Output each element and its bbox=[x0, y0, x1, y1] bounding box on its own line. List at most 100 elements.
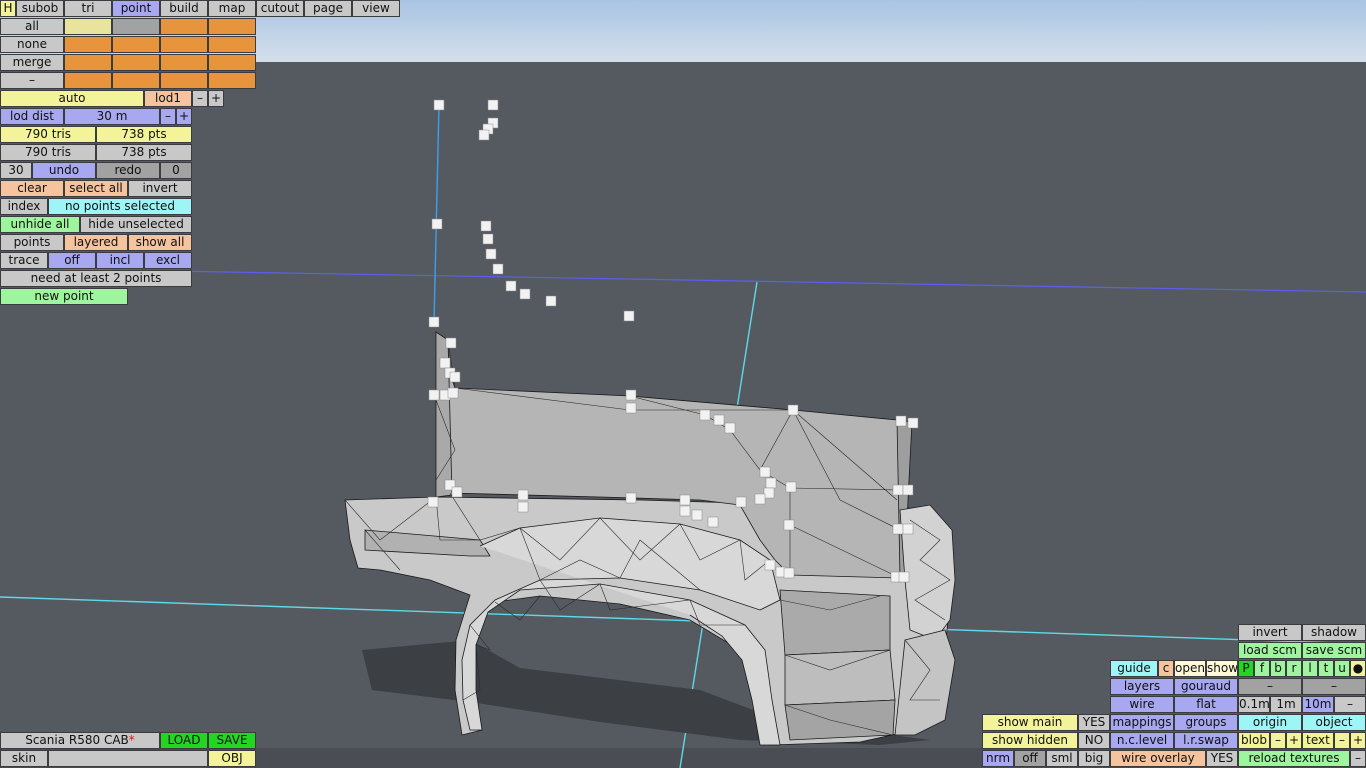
option-dash-2[interactable]: – bbox=[1302, 678, 1366, 695]
c-button[interactable]: c bbox=[1158, 660, 1174, 677]
view-f-button[interactable]: f bbox=[1254, 660, 1270, 677]
view-dot-button[interactable]: ● bbox=[1350, 660, 1366, 677]
text-size-button[interactable]: text bbox=[1302, 732, 1334, 749]
trace-off-button[interactable]: off bbox=[48, 252, 96, 269]
skin-field[interactable] bbox=[48, 750, 208, 767]
mappings-button[interactable]: mappings bbox=[1110, 714, 1174, 731]
clear-button[interactable]: clear bbox=[0, 180, 64, 197]
show-all-button[interactable]: show all bbox=[128, 234, 192, 251]
reload-textures-button[interactable]: reload textures bbox=[1238, 750, 1350, 767]
selection-slot-1[interactable] bbox=[64, 18, 112, 35]
snap-1m-button[interactable]: 1m bbox=[1270, 696, 1302, 713]
load-button[interactable]: LOAD bbox=[160, 732, 208, 749]
selection-slot-7[interactable] bbox=[160, 36, 208, 53]
show-main-toggle[interactable]: show main bbox=[982, 714, 1078, 731]
save-scm-button[interactable]: save scm bbox=[1302, 642, 1366, 659]
selection-slot-11[interactable] bbox=[160, 54, 208, 71]
invert-view-button[interactable]: invert bbox=[1238, 624, 1302, 641]
selection-slot-6[interactable] bbox=[112, 36, 160, 53]
selection-slot-8[interactable] bbox=[208, 36, 256, 53]
lod-plus-button[interactable]: + bbox=[208, 90, 224, 107]
groups-button[interactable]: groups bbox=[1174, 714, 1238, 731]
blob-minus-button[interactable]: – bbox=[1270, 732, 1286, 749]
lr-swap-button[interactable]: l.r.swap bbox=[1174, 732, 1238, 749]
sml-button[interactable]: sml bbox=[1046, 750, 1078, 767]
hide-unselected-button[interactable]: hide unselected bbox=[80, 216, 192, 233]
selection-slot-2[interactable] bbox=[112, 18, 160, 35]
wire-button[interactable]: wire bbox=[1110, 696, 1174, 713]
lod-minus-button[interactable]: – bbox=[192, 90, 208, 107]
trace-excl-button[interactable]: excl bbox=[144, 252, 192, 269]
save-button[interactable]: SAVE bbox=[208, 732, 256, 749]
unhide-all-button[interactable]: unhide all bbox=[0, 216, 80, 233]
gouraud-button[interactable]: gouraud bbox=[1174, 678, 1238, 695]
wire-overlay-toggle[interactable]: wire overlay bbox=[1110, 750, 1206, 767]
lod-dist-plus-button[interactable]: + bbox=[176, 108, 192, 125]
view-t-button[interactable]: t bbox=[1318, 660, 1334, 677]
shadow-button[interactable]: shadow bbox=[1302, 624, 1366, 641]
origin-button[interactable]: origin bbox=[1238, 714, 1302, 731]
tab-build[interactable]: build bbox=[160, 0, 208, 17]
selection-slot-13[interactable] bbox=[64, 72, 112, 89]
skin-button[interactable]: skin bbox=[0, 750, 48, 767]
selection-slot-14[interactable] bbox=[112, 72, 160, 89]
tab-subob[interactable]: subob bbox=[16, 0, 64, 17]
lod-dist-minus-button[interactable]: – bbox=[160, 108, 176, 125]
view-b-button[interactable]: b bbox=[1270, 660, 1286, 677]
tab-tri[interactable]: tri bbox=[64, 0, 112, 17]
select-all-button[interactable]: all bbox=[0, 18, 64, 35]
blob-plus-button[interactable]: + bbox=[1286, 732, 1302, 749]
view-u-button[interactable]: u bbox=[1334, 660, 1350, 677]
snap-0-1m-button[interactable]: 0.1m bbox=[1238, 696, 1270, 713]
nc-level-button[interactable]: n.c.level bbox=[1110, 732, 1174, 749]
trace-incl-button[interactable]: incl bbox=[96, 252, 144, 269]
snap-10m-button[interactable]: 10m bbox=[1302, 696, 1334, 713]
big-button[interactable]: big bbox=[1078, 750, 1110, 767]
help-button[interactable]: H bbox=[0, 0, 16, 17]
selection-slot-4[interactable] bbox=[208, 18, 256, 35]
undo-button[interactable]: undo bbox=[32, 162, 96, 179]
select-all-points-button[interactable]: select all bbox=[64, 180, 128, 197]
flat-button[interactable]: flat bbox=[1174, 696, 1238, 713]
tab-point[interactable]: point bbox=[112, 0, 160, 17]
redo-button[interactable]: redo bbox=[96, 162, 160, 179]
blob-button[interactable]: blob bbox=[1238, 732, 1270, 749]
obj-button[interactable]: OBJ bbox=[208, 750, 256, 767]
tab-view[interactable]: view bbox=[352, 0, 400, 17]
show-button[interactable]: show bbox=[1206, 660, 1238, 677]
selection-slot-15[interactable] bbox=[160, 72, 208, 89]
3d-viewport[interactable] bbox=[0, 0, 1366, 768]
guide-button[interactable]: guide bbox=[1110, 660, 1158, 677]
view-l-button[interactable]: l bbox=[1302, 660, 1318, 677]
selection-slot-16[interactable] bbox=[208, 72, 256, 89]
lod-level-button[interactable]: lod1 bbox=[144, 90, 192, 107]
selection-slot-5[interactable] bbox=[64, 36, 112, 53]
tab-cutout[interactable]: cutout bbox=[256, 0, 304, 17]
invert-selection-button[interactable]: invert bbox=[128, 180, 192, 197]
snap-minus-button[interactable]: – bbox=[1334, 696, 1366, 713]
load-scm-button[interactable]: load scm bbox=[1238, 642, 1302, 659]
view-p-button[interactable]: P bbox=[1238, 660, 1254, 677]
index-button[interactable]: index bbox=[0, 198, 48, 215]
selection-slot-3[interactable] bbox=[160, 18, 208, 35]
model-name[interactable]: Scania R580 CAB* bbox=[0, 732, 160, 749]
tab-map[interactable]: map bbox=[208, 0, 256, 17]
remove-selection-button[interactable]: – bbox=[0, 72, 64, 89]
nrm-button[interactable]: nrm bbox=[982, 750, 1014, 767]
selection-slot-9[interactable] bbox=[64, 54, 112, 71]
option-dash-1[interactable]: – bbox=[1238, 678, 1302, 695]
selection-slot-12[interactable] bbox=[208, 54, 256, 71]
layers-button[interactable]: layers bbox=[1110, 678, 1174, 695]
select-none-button[interactable]: none bbox=[0, 36, 64, 53]
view-r-button[interactable]: r bbox=[1286, 660, 1302, 677]
object-button[interactable]: object bbox=[1302, 714, 1366, 731]
merge-button[interactable]: merge bbox=[0, 54, 64, 71]
selection-slot-10[interactable] bbox=[112, 54, 160, 71]
text-plus-button[interactable]: + bbox=[1350, 732, 1366, 749]
show-hidden-toggle[interactable]: show hidden bbox=[982, 732, 1078, 749]
text-minus-button[interactable]: – bbox=[1334, 732, 1350, 749]
layered-toggle[interactable]: layered bbox=[64, 234, 128, 251]
points-mode-button[interactable]: points bbox=[0, 234, 64, 251]
off-button[interactable]: off bbox=[1014, 750, 1046, 767]
reload-minus-button[interactable]: – bbox=[1350, 750, 1366, 767]
